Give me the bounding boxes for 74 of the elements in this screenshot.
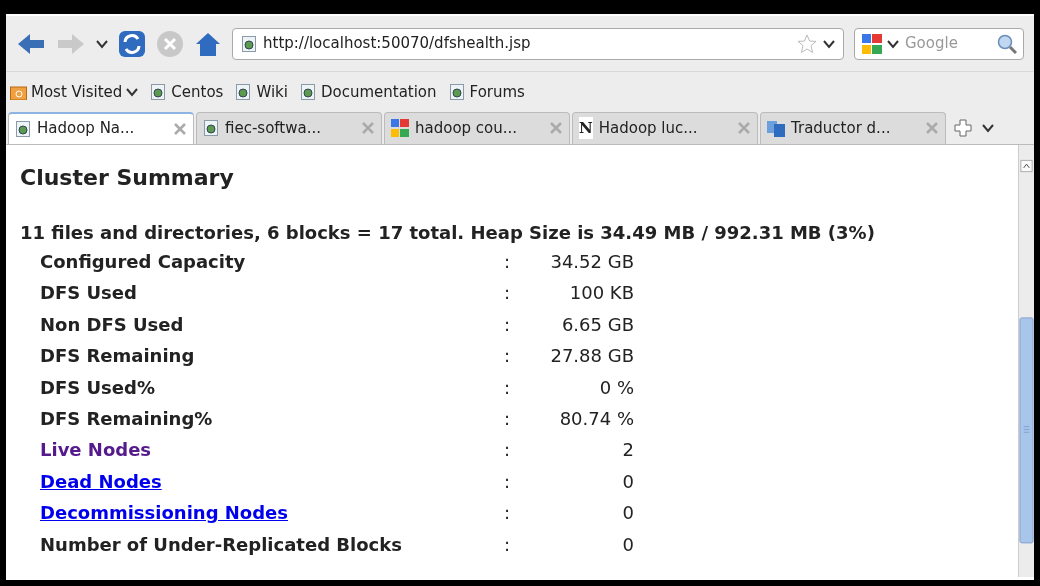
browser-tab[interactable]: N Hadoop luc... — [572, 111, 758, 144]
field-label: DFS Remaining — [40, 344, 195, 369]
link[interactable]: Dead Nodes — [40, 465, 162, 498]
field-value: 2 — [622, 438, 634, 463]
page-heading: Cluster Summary — [20, 164, 235, 191]
field-value: 34.52 GB — [550, 249, 634, 274]
separator: : — [504, 406, 511, 431]
link[interactable]: Live Nodes — [40, 434, 152, 466]
page-icon — [15, 120, 31, 137]
bookmark[interactable]: Most Visited — [10, 80, 139, 104]
field-label: DFS Used — [40, 281, 137, 306]
bookmark[interactable]: Wiki — [235, 80, 288, 104]
bookmark[interactable]: Forums — [448, 80, 525, 104]
bookmark[interactable]: Documentation — [299, 80, 437, 104]
address-bar[interactable]: http://localhost:50070/dfshealth.jsp — [232, 27, 844, 60]
field-value: 27.88 GB — [550, 344, 634, 369]
close-icon[interactable] — [173, 121, 187, 136]
separator: : — [504, 501, 511, 526]
search-box[interactable]: Google — [854, 27, 1024, 60]
dropdown-icon[interactable] — [982, 122, 994, 133]
separator: : — [504, 532, 511, 557]
field-label: Number of Under-Replicated Blocks — [40, 532, 402, 557]
reload-icon[interactable] — [118, 29, 146, 58]
folder-icon — [10, 83, 27, 100]
url-text: http://localhost:50070/dfshealth.jsp — [263, 33, 532, 55]
home-icon[interactable] — [194, 30, 222, 57]
field-label: Non DFS Used — [40, 312, 184, 337]
page-icon — [448, 83, 466, 100]
page-icon — [299, 83, 317, 100]
field-value: 0 % — [599, 375, 634, 400]
close-icon[interactable] — [549, 121, 563, 136]
colorful-logo-icon — [391, 119, 409, 138]
close-icon[interactable] — [361, 121, 375, 136]
separator: : — [504, 438, 511, 463]
page-icon — [241, 35, 257, 52]
separator: : — [504, 344, 511, 369]
scrollbar[interactable] — [1018, 144, 1034, 577]
browser-tab[interactable]: hadoop cou... — [384, 111, 570, 144]
field-value: 80.74 % — [559, 406, 634, 431]
field-value: 100 KB — [569, 281, 634, 306]
search-input[interactable]: Google — [903, 31, 993, 56]
close-icon[interactable] — [737, 121, 751, 136]
dropdown-icon[interactable] — [887, 38, 899, 49]
colorful-logo-icon[interactable] — [861, 32, 883, 55]
field-label: Configured Capacity — [40, 249, 246, 274]
star-icon[interactable] — [797, 33, 817, 54]
separator: : — [504, 312, 511, 337]
translate-icon — [767, 119, 785, 138]
letter-icon: N — [579, 116, 593, 140]
separator: : — [504, 249, 511, 274]
page-icon — [203, 120, 219, 137]
dropdown-icon — [126, 86, 139, 97]
bookmark[interactable]: Centos — [150, 80, 224, 104]
new-tab-icon[interactable] — [954, 118, 972, 137]
field-value: 6.65 GB — [561, 312, 634, 337]
browser-tab[interactable]: Hadoop Na... — [8, 111, 194, 144]
browser-tab[interactable]: Traductor d... — [760, 111, 946, 144]
page-icon — [150, 83, 168, 100]
separator: : — [504, 281, 511, 306]
link[interactable]: Decommissioning Nodes — [40, 497, 289, 529]
field-label: DFS Used% — [40, 375, 155, 400]
separator: : — [504, 375, 511, 400]
field-value: 0 — [622, 469, 634, 494]
close-icon[interactable] — [925, 121, 939, 136]
dropdown-icon[interactable] — [96, 38, 108, 49]
field-label: DFS Remaining% — [40, 406, 213, 431]
field-value: 0 — [622, 532, 634, 557]
dropdown-icon[interactable] — [823, 38, 835, 49]
page-icon — [235, 83, 253, 100]
browser-tab[interactable]: fiec-softwa... — [196, 111, 382, 144]
field-value: 0 — [622, 501, 634, 526]
summary-text: 11 files and directories, 6 blocks = 17 total. Heap Size is 34.49 MB / 992.31 MB (3%) — [20, 220, 876, 245]
separator: : — [504, 469, 511, 494]
search-icon[interactable] — [997, 33, 1017, 54]
